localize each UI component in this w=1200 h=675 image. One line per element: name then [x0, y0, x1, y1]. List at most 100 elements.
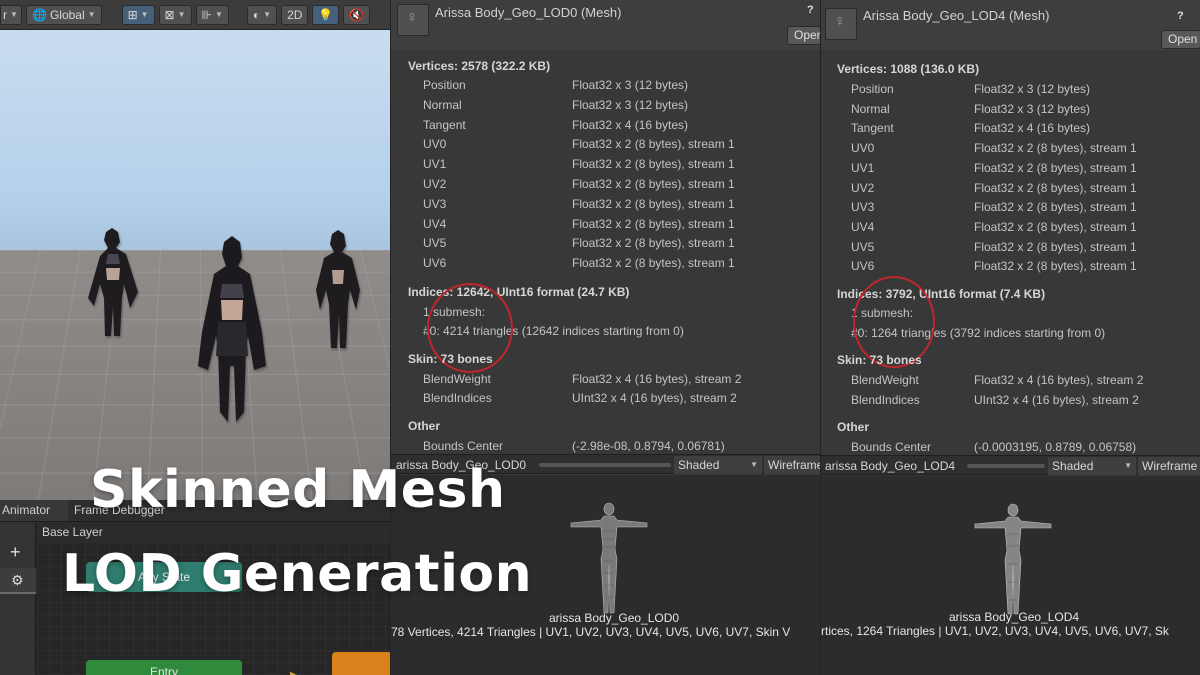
- preview-stats: rtices, 1264 Triangles | UV1, UV2, UV3, …: [821, 624, 1169, 638]
- vertex-attr-format: Float32 x 2 (8 bytes), stream 1: [572, 157, 735, 172]
- vertex-attr-format: Float32 x 2 (8 bytes), stream 1: [974, 200, 1137, 215]
- vertex-attr-name: UV5: [423, 236, 447, 251]
- scene-toolbar: r ▼ 🌐 Global ▼ ⊞ ▼ ⊠ ▼ ⊪ ▼ ◐ ▼ 2D 💡 🔇: [0, 0, 390, 30]
- inspector-title: Arissa Body_Geo_LOD0 (Mesh): [435, 5, 622, 20]
- vertex-attr-format: Float32 x 4 (16 bytes): [572, 117, 689, 132]
- vertex-attr-name: UV0: [423, 137, 447, 152]
- ruler-icon: ⊪: [201, 7, 212, 22]
- figure-icon: ♀: [834, 13, 846, 30]
- inspector-header: ♀ Arissa Body_Geo_LOD4 (Mesh) ? Open: [821, 0, 1200, 50]
- lighting-toggle-button[interactable]: 💡: [312, 4, 340, 25]
- vertex-attr-format: Float32 x 4 (16 bytes): [974, 121, 1091, 136]
- skin-attr-format: UInt32 x 4 (16 bytes), stream 2: [974, 393, 1139, 407]
- shading-dropdown[interactable]: Shaded ▼: [674, 456, 762, 474]
- figure-icon: ♀: [406, 9, 418, 26]
- shading-dropdown[interactable]: Shaded ▼: [1048, 457, 1136, 475]
- vertex-attr-name: Position: [851, 82, 894, 96]
- bounds-center-value: (-2.98e-08, 0.8794, 0.06781): [572, 439, 725, 453]
- open-button[interactable]: Open: [787, 26, 820, 45]
- help-icon[interactable]: ?: [1177, 10, 1184, 22]
- toolbar-truncated-dropdown[interactable]: r ▼: [0, 4, 22, 25]
- chevron-down-icon: ▼: [87, 10, 96, 19]
- vertex-attr-name: Position: [423, 78, 466, 92]
- vertex-attr-name: Normal: [423, 97, 462, 112]
- skin-attr-format: Float32 x 4 (16 bytes), stream 2: [974, 373, 1144, 387]
- skin-header: Skin: 73 bones: [837, 353, 922, 367]
- wireframe-toggle[interactable]: Wireframe: [1138, 457, 1200, 475]
- vertex-attr-name: UV1: [423, 157, 447, 172]
- character-center: [198, 236, 266, 422]
- wireframe-toggle[interactable]: Wireframe: [764, 456, 820, 474]
- vertex-attr-format: Float32 x 2 (8 bytes), stream 1: [572, 137, 735, 152]
- mesh-thumbnail: ♀: [825, 8, 857, 40]
- inspector-header: ♀ Arissa Body_Geo_LOD0 (Mesh) ? Open: [391, 0, 820, 50]
- mesh-thumbnail: ♀: [397, 4, 429, 36]
- toggle-2d-button[interactable]: 2D: [281, 4, 309, 25]
- vertex-attr-format: Float32 x 3 (12 bytes): [572, 78, 689, 92]
- vertex-attr-name: UV1: [851, 160, 875, 175]
- vertex-attr-format: Float32 x 2 (8 bytes), stream 1: [572, 177, 735, 191]
- vertex-attr-name: UV5: [851, 239, 875, 254]
- vertex-attr-name: UV4: [423, 216, 447, 231]
- skin-attr-name: BlendIndices: [423, 391, 492, 405]
- help-icon[interactable]: ?: [807, 4, 814, 16]
- vertex-attr-format: Float32 x 3 (12 bytes): [974, 101, 1091, 116]
- add-parameter-icon[interactable]: +: [10, 542, 21, 563]
- chevron-down-icon: ▼: [1124, 461, 1132, 470]
- other-header: Other: [408, 419, 441, 433]
- vertices-header: Vertices: 1088 (136.0 KB): [837, 62, 980, 76]
- skin-attr-name: BlendWeight: [423, 372, 491, 386]
- vertex-attr-format: Float32 x 2 (8 bytes), stream 1: [974, 160, 1137, 175]
- speaker-mute-icon: 🔇: [349, 7, 365, 22]
- ruler-button[interactable]: ⊪ ▼: [195, 4, 229, 25]
- bounds-center-label: Bounds Center: [851, 440, 932, 454]
- vertex-attr-name: UV2: [423, 177, 447, 191]
- vertex-attr-format: Float32 x 2 (8 bytes), stream 1: [572, 216, 735, 231]
- vertex-attr-format: Float32 x 2 (8 bytes), stream 1: [974, 259, 1137, 274]
- vertex-attr-format: Float32 x 2 (8 bytes), stream 1: [974, 219, 1137, 234]
- draw-mode-dropdown[interactable]: ◐ ▼: [246, 4, 278, 25]
- vertex-attr-name: UV2: [851, 180, 875, 195]
- tpose-mesh-preview: [974, 503, 1052, 615]
- preview-slider[interactable]: [967, 464, 1045, 468]
- skin-attr-name: BlendIndices: [851, 393, 920, 407]
- vertex-attr-name: Normal: [851, 101, 890, 116]
- vertex-attr-format: Float32 x 2 (8 bytes), stream 1: [974, 141, 1137, 156]
- character-right: [316, 230, 360, 348]
- grid-snap-button[interactable]: ⊞ ▼: [121, 4, 155, 25]
- vertex-attr-format: Float32 x 2 (8 bytes), stream 1: [974, 180, 1137, 195]
- state-entry[interactable]: Entry: [86, 660, 242, 675]
- skin-attr-name: BlendWeight: [851, 373, 919, 387]
- vertex-attr-format: Float32 x 2 (8 bytes), stream 1: [572, 196, 735, 211]
- shading-sphere-icon: ◐: [252, 7, 261, 22]
- overlay-title-line1: Skinned Mesh: [90, 460, 506, 520]
- vertex-attr-name: UV0: [851, 141, 875, 156]
- snap-increment-icon: ⊠: [164, 7, 175, 22]
- mesh-preview[interactable]: arissa Body_Geo_LOD4 rtices, 1264 Triang…: [821, 476, 1200, 675]
- state-default[interactable]: [332, 652, 390, 675]
- lightbulb-icon: 💡: [318, 7, 334, 22]
- vertex-attr-name: UV6: [423, 256, 447, 271]
- vertex-attr-format: Float32 x 2 (8 bytes), stream 1: [974, 239, 1137, 254]
- vertex-attr-format: Float32 x 2 (8 bytes), stream 1: [572, 236, 735, 251]
- preview-stats: 78 Vertices, 4214 Triangles | UV1, UV2, …: [391, 625, 791, 639]
- layer-breadcrumb[interactable]: Base Layer: [42, 525, 103, 539]
- open-button[interactable]: Open: [1161, 30, 1200, 49]
- increment-snap-button[interactable]: ⊠ ▼: [158, 4, 192, 25]
- overlay-title-line2: LOD Generation: [62, 544, 533, 604]
- tab-animator[interactable]: Animator: [0, 500, 68, 521]
- settings-tab[interactable]: ⚙: [0, 568, 36, 594]
- vertex-attr-format: Float32 x 2 (8 bytes), stream 1: [572, 256, 735, 271]
- audio-toggle-button[interactable]: 🔇: [343, 4, 371, 25]
- skin-attr-format: UInt32 x 4 (16 bytes), stream 2: [572, 391, 737, 405]
- vertices-header: Vertices: 2578 (322.2 KB): [408, 59, 551, 73]
- preview-toolbar: arissa Body_Geo_LOD4 Shaded ▼ Wireframe: [821, 455, 1200, 475]
- chevron-down-icon: ▼: [750, 460, 758, 469]
- character-left: [88, 228, 138, 336]
- pivot-rotation-dropdown[interactable]: 🌐 Global ▼: [26, 4, 102, 25]
- scene-view[interactable]: r ▼ 🌐 Global ▼ ⊞ ▼ ⊠ ▼ ⊪ ▼ ◐ ▼ 2D 💡 🔇: [0, 0, 390, 500]
- layer-bar: 👁 Base Layer: [0, 522, 390, 542]
- inspector-title: Arissa Body_Geo_LOD4 (Mesh): [863, 8, 1050, 23]
- skin-attr-format: Float32 x 4 (16 bytes), stream 2: [572, 372, 742, 386]
- preview-slider[interactable]: [539, 463, 671, 467]
